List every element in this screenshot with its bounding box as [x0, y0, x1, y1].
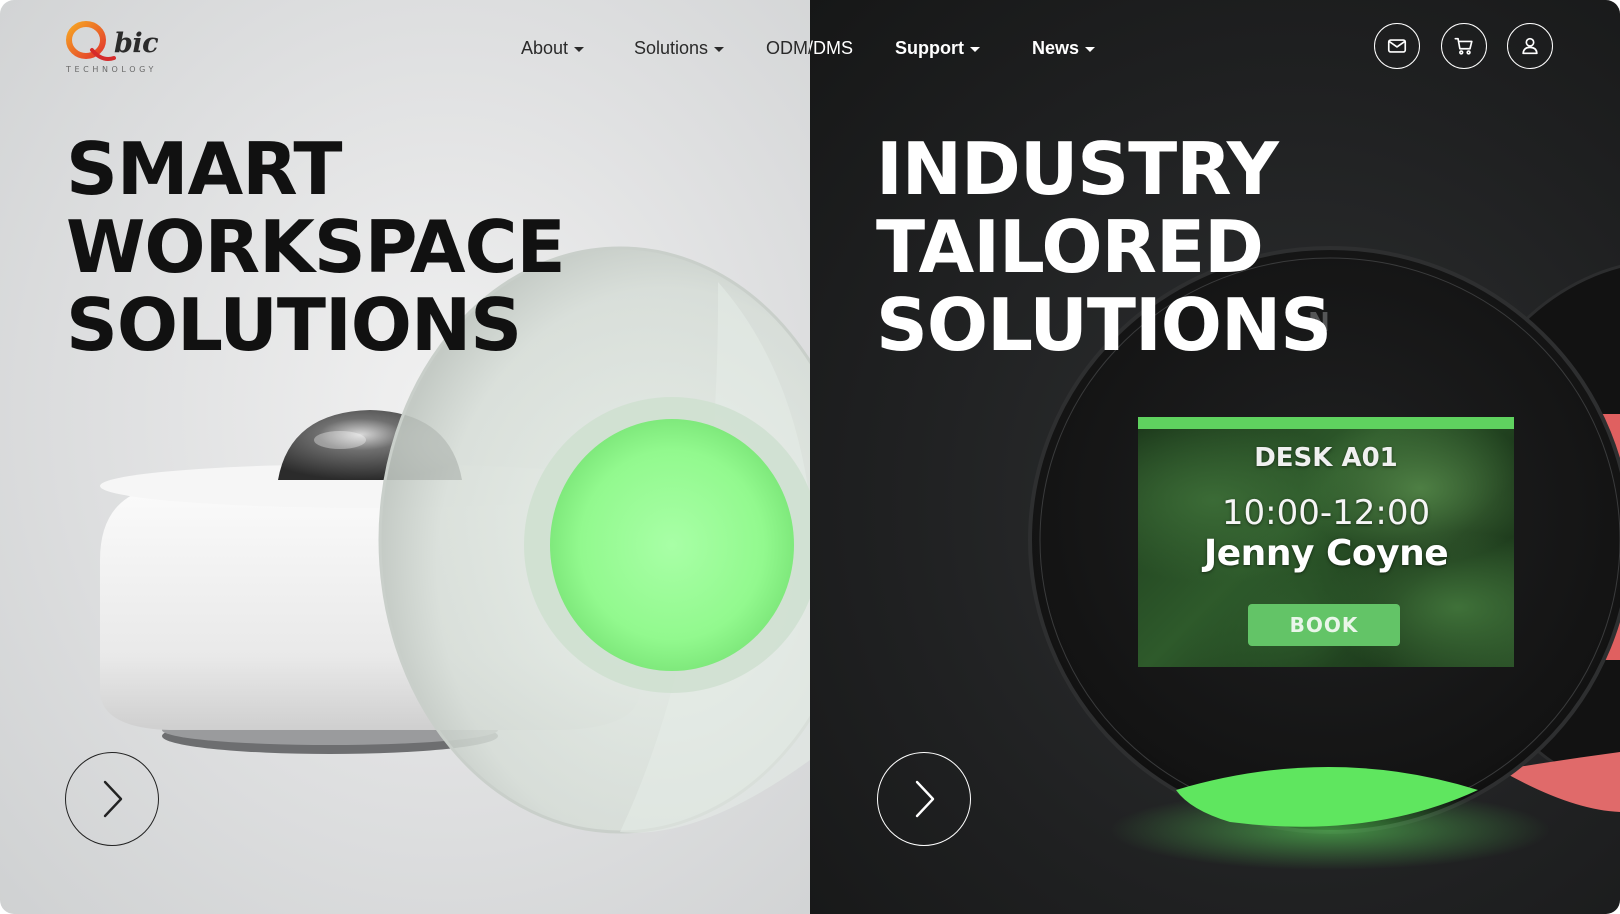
chevron-right-icon	[103, 780, 123, 818]
q-logo-mark	[66, 21, 116, 61]
nav-solutions[interactable]: Solutions	[634, 34, 725, 62]
nav-support-label: Support	[895, 37, 964, 58]
device-book-button: BOOK	[1248, 604, 1400, 646]
cart-icon	[1454, 37, 1473, 55]
qbic-logo[interactable]: bic TECHNOLOGY	[64, 20, 174, 76]
mail-icon	[1387, 39, 1407, 53]
logo-subtitle: TECHNOLOGY	[66, 65, 157, 74]
workspace-headline: SMART WORKSPACE SOLUTIONS	[66, 127, 566, 367]
user-icon	[1522, 37, 1538, 55]
chevron-down-icon	[574, 46, 585, 52]
nav-support[interactable]: Support	[895, 34, 980, 62]
industry-headline: INDUSTRY TAILORED SOLUTIONS	[876, 127, 1332, 367]
nav-solutions-label: Solutions	[634, 37, 709, 58]
chevron-down-icon	[1085, 46, 1096, 52]
cart-button[interactable]	[1441, 23, 1487, 69]
chevron-down-icon	[970, 46, 980, 52]
booking-time: 10:00-12:00	[1221, 493, 1431, 533]
headline-line: INDUSTRY	[876, 127, 1279, 211]
account-button[interactable]	[1507, 23, 1553, 69]
site-header: bic TECHNOLOGY About Solutions ODM/DMS O…	[0, 0, 1620, 96]
nav-about-label: About	[521, 37, 569, 58]
nav-about[interactable]: About	[521, 34, 585, 62]
device-screen: DESK A01 10:00-12:00 Jenny Coyne BOOK	[1138, 417, 1514, 667]
headline-line: WORKSPACE	[66, 205, 566, 289]
hero-page: N DESK A01 10:00-12:00 Jenny Coyne BOOK …	[0, 0, 1620, 914]
desk-label: DESK A01	[1254, 443, 1398, 473]
headline-line: TAILORED	[876, 205, 1264, 289]
logo-text: bic	[114, 28, 159, 59]
chevron-right-icon	[915, 780, 935, 818]
chevron-down-icon	[714, 46, 725, 52]
booking-name: Jenny Coyne	[1203, 533, 1449, 574]
nav-news[interactable]: News	[1032, 34, 1096, 62]
headline-line: SMART	[66, 127, 343, 211]
industry-next-button[interactable]	[877, 752, 971, 846]
headline-line: SOLUTIONS	[66, 283, 522, 367]
workspace-next-button[interactable]	[65, 752, 159, 846]
headline-line: SOLUTIONS	[876, 283, 1332, 367]
contact-button[interactable]	[1374, 23, 1420, 69]
nav-news-label: News	[1032, 37, 1080, 58]
